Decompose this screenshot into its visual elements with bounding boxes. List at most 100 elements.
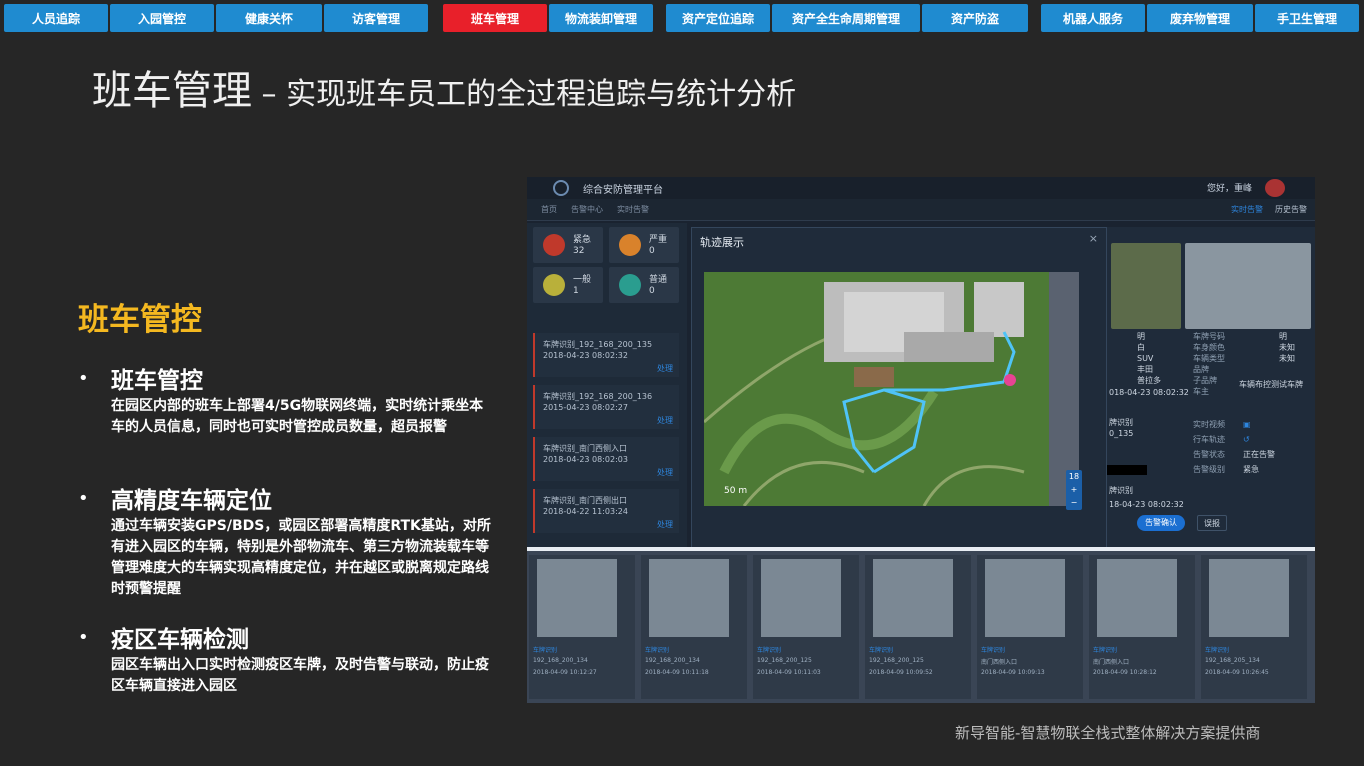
alarm-time: 2018-04-23 08:02:03	[543, 455, 628, 464]
feature-text: 通过车辆安装GPS/BDS，或园区部署高精度RTK基站，对所有进入园区的车辆，特…	[111, 518, 491, 597]
snapshot-card[interactable]: 车牌识别 192_168_200_134 2018-04-09 10:12:27	[529, 555, 635, 699]
tab-shuttle-management[interactable]: 班车管理	[443, 4, 547, 32]
tab-personnel-tracking[interactable]: 人员追踪	[4, 4, 108, 32]
map-drawing	[704, 272, 1079, 506]
device-label: 牌识别	[1109, 418, 1133, 427]
alarm-count-general[interactable]: 一般 1	[533, 267, 603, 303]
tab-logistics-loading[interactable]: 物流装卸管理	[549, 4, 653, 32]
alarm-count-urgent[interactable]: 紧急 32	[533, 227, 603, 263]
alarm-label: 严重	[649, 235, 668, 245]
tab-health-care[interactable]: 健康关怀	[216, 4, 322, 32]
feature-item-vehicle-positioning: • 高精度车辆定位 通过车辆安装GPS/BDS，或园区部署高精度RTK基站，对所…	[78, 486, 493, 600]
vehicle-photo	[873, 559, 953, 637]
false-alarm-button[interactable]: 误报	[1197, 515, 1227, 531]
snapshot-time: 2018-04-09 10:09:52	[869, 669, 933, 676]
vehicle-values: 明 白 SUV 丰田 普拉多	[1137, 332, 1161, 385]
alarm-count-serious[interactable]: 严重 0	[609, 227, 679, 263]
vehicle-owner-note: 车辆布控测试车牌	[1239, 380, 1303, 389]
tab-waste-management[interactable]: 废弃物管理	[1147, 4, 1253, 32]
alarm-title: 车牌识别_南门西侧出口	[543, 496, 627, 505]
snapshot-card[interactable]: 车牌识别 192_168_205_134 2018-04-09 10:26:45	[1201, 555, 1307, 699]
alarm-icon	[543, 234, 565, 256]
tab-history-alarm[interactable]: 历史告警	[1275, 204, 1307, 215]
bottom-device: 牌识别	[1109, 486, 1133, 495]
platform-logo-icon	[553, 180, 569, 196]
tab-asset-lifecycle[interactable]: 资产全生命周期管理	[772, 4, 920, 32]
alarm-icon	[543, 274, 565, 296]
alarm-icon	[619, 274, 641, 296]
bottom-time: 18-04-23 08:02:32	[1109, 500, 1184, 509]
snapshot-tag: 车牌识别	[981, 647, 1006, 654]
tab-realtime-alarm[interactable]: 实时告警	[1231, 204, 1263, 215]
feature-text: 在园区内部的班车上部署4/5G物联网终端，实时统计乘坐本车的人员信息，同时也可实…	[111, 398, 484, 435]
snapshot-tag: 车牌识别	[1093, 647, 1118, 654]
tab-visitor-management[interactable]: 访客管理	[324, 4, 428, 32]
feature-heading: 疫区车辆检测	[111, 627, 249, 653]
vehicle-photo	[761, 559, 841, 637]
vehicle-snapshot-small[interactable]	[1111, 243, 1181, 329]
bullet-icon: •	[78, 368, 89, 389]
campus-map[interactable]: 50 m	[704, 272, 1079, 506]
list-item[interactable]: 车牌识别_南门西侧出口 2018-04-22 11:03:24 处理	[533, 489, 679, 533]
close-icon[interactable]: ×	[1089, 232, 1098, 245]
breadcrumb-item[interactable]: 告警中心	[571, 204, 603, 215]
alarm-action-link[interactable]: 处理	[657, 363, 673, 374]
snapshot-card[interactable]: 车牌识别 南门西侧入口 2018-04-09 10:28:12	[1089, 555, 1195, 699]
snapshot-card[interactable]: 车牌识别 192_168_200_134 2018-04-09 10:11:18	[641, 555, 747, 699]
alarm-time: 2018-04-22 11:03:24	[543, 507, 628, 516]
alarm-action-link[interactable]: 处理	[657, 519, 673, 530]
screenshot-app-title: 综合安防管理平台	[583, 185, 663, 196]
tab-asset-tracking[interactable]: 资产定位追踪	[666, 4, 770, 32]
device-id: 0_135	[1109, 429, 1134, 438]
zoom-in-icon[interactable]: +	[1066, 483, 1082, 496]
video-icon[interactable]: ▣	[1243, 417, 1275, 432]
alarm-title: 车牌识别_南门西侧入口	[543, 444, 627, 453]
list-item[interactable]: 车牌识别_南门西侧入口 2018-04-23 08:02:03 处理	[533, 437, 679, 481]
snapshot-time: 2018-04-09 10:11:03	[757, 669, 821, 676]
list-item[interactable]: 车牌识别_192_168_200_135 2018-04-23 08:02:32…	[533, 333, 679, 377]
alarm-value: 0	[649, 246, 655, 256]
tab-robot-service[interactable]: 机器人服务	[1041, 4, 1145, 32]
tab-entry-control[interactable]: 入园管控	[110, 4, 214, 32]
vehicle-photo	[537, 559, 617, 637]
list-item[interactable]: 车牌识别_192_168_200_136 2015-04-23 08:02:27…	[533, 385, 679, 429]
vehicle-field-labels: 车牌号码 车身颜色 车辆类型 品牌 子品牌 车主	[1193, 332, 1225, 396]
snapshot-card[interactable]: 车牌识别 192_168_200_125 2018-04-09 10:09:52	[865, 555, 971, 699]
screenshot-header: 综合安防管理平台 您好，重峰	[527, 177, 1315, 199]
track-icon[interactable]: ↺	[1243, 432, 1275, 447]
snapshot-card[interactable]: 车牌识别 南门西侧入口 2018-04-09 10:09:13	[977, 555, 1083, 699]
top-nav: 人员追踪 入园管控 健康关怀 访客管理 班车管理 物流装卸管理 资产定位追踪 资…	[0, 0, 1364, 36]
vehicle-time: 018-04-23 08:02:32	[1109, 388, 1189, 397]
track-title: 轨迹展示	[700, 236, 744, 249]
snapshot-tag: 车牌识别	[533, 647, 558, 654]
vehicle-snapshot-large[interactable]	[1185, 243, 1311, 329]
map-zoom-control[interactable]: 18 + −	[1066, 470, 1082, 510]
alarm-count-normal[interactable]: 普通 0	[609, 267, 679, 303]
breadcrumb-item[interactable]: 首页	[541, 204, 557, 215]
alarm-value: 1	[573, 286, 579, 296]
snapshot-tag: 车牌识别	[757, 647, 782, 654]
page-title-sub: – 实现班车员工的全过程追踪与统计分析	[252, 77, 797, 112]
confirm-alarm-button[interactable]: 告警确认	[1137, 515, 1185, 531]
divider	[527, 547, 1315, 551]
zoom-out-icon[interactable]: −	[1066, 496, 1082, 509]
snapshot-tag: 车牌识别	[1205, 647, 1230, 654]
tab-hand-hygiene[interactable]: 手卫生管理	[1255, 4, 1359, 32]
alarm-action-link[interactable]: 处理	[657, 467, 673, 478]
track-panel: 轨迹展示 × 50 m 18 + −	[691, 227, 1107, 553]
alarm-label: 普通	[649, 275, 668, 285]
screenshot-user: 您好，重峰	[1207, 184, 1253, 194]
vehicle-right-values: 明 未知 未知	[1279, 332, 1295, 363]
alarm-label: 一般	[573, 275, 592, 285]
snapshot-source: 192_168_200_125	[757, 657, 812, 664]
tab-asset-anti-theft[interactable]: 资产防盗	[922, 4, 1028, 32]
alarm-action-link[interactable]: 处理	[657, 415, 673, 426]
zoom-level: 18	[1068, 472, 1080, 481]
alarm-value: 32	[573, 246, 585, 256]
snapshot-card[interactable]: 车牌识别 192_168_200_125 2018-04-09 10:11:03	[753, 555, 859, 699]
breadcrumb-item: 实时告警	[617, 205, 649, 214]
vehicle-photo	[1209, 559, 1289, 637]
avatar	[1265, 179, 1285, 197]
snapshot-time: 2018-04-09 10:09:13	[981, 669, 1045, 676]
snapshot-source: 192_168_205_134	[1205, 657, 1260, 664]
